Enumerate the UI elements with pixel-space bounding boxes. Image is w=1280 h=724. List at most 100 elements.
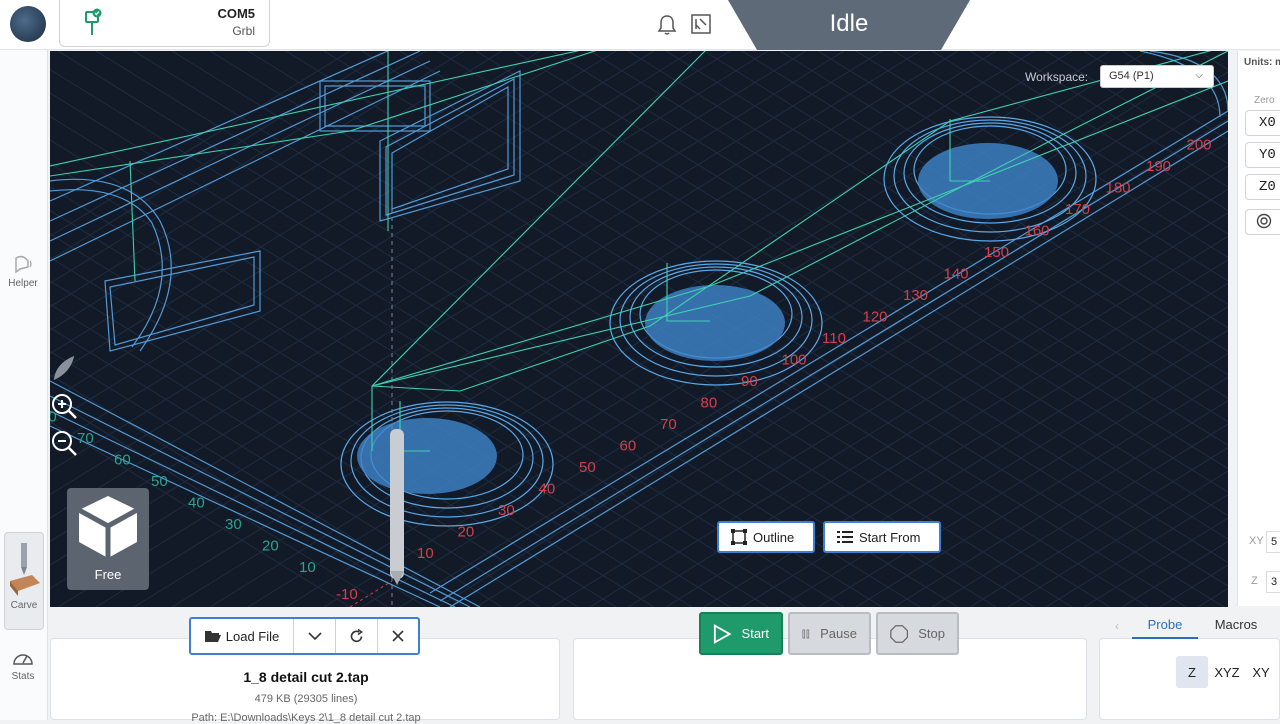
load-file-label: Load File [225, 628, 280, 644]
probe-option-xy[interactable]: XY [1248, 656, 1274, 688]
jog-xy-input[interactable]: 5 [1266, 531, 1280, 553]
bell-icon[interactable] [657, 14, 677, 36]
ruler-tick-label: 190 [1146, 158, 1171, 175]
firmware-name: Grbl [232, 24, 255, 38]
grid-line [1007, 51, 1228, 188]
target-icon [1256, 213, 1272, 229]
sidebar-item-helper[interactable]: Helper [0, 255, 46, 289]
ruler-tick-label: 50 [151, 473, 168, 490]
outline-label: Outline [753, 529, 795, 545]
load-file-button[interactable]: Load File [191, 619, 294, 653]
pause-button[interactable]: Pause [788, 612, 871, 655]
zero-label: Zero [1254, 95, 1275, 106]
app-logo [10, 6, 46, 42]
workspace-value: G54 (P1) [1109, 70, 1154, 82]
stop-icon [890, 624, 909, 643]
start-from-button[interactable]: Start From [823, 521, 941, 553]
usb-connected-icon [85, 8, 102, 35]
ruler-tick-label: 170 [1065, 201, 1090, 218]
zoom-in-icon[interactable] [50, 392, 78, 420]
ruler-tick-label: 150 [984, 244, 1009, 261]
pocket-right [883, 116, 1097, 242]
ruler-tick-label: 60 [620, 438, 637, 455]
tab-probe[interactable]: Probe [1132, 617, 1198, 639]
ruler-tick-label: 120 [863, 309, 888, 326]
chevron-down-icon: ⌵ [1195, 70, 1203, 81]
list-icon [837, 531, 853, 543]
outline-button[interactable]: Outline [717, 521, 815, 553]
ruler-tick-label: -10 [336, 586, 358, 603]
workspace-label: Workspace: [1025, 70, 1089, 84]
file-path: Path: E:\Downloads\Keys 2\1_8 detail cut… [191, 712, 421, 724]
sidebar-item-carve[interactable]: Carve [4, 532, 44, 630]
start-button[interactable]: Start [699, 612, 783, 655]
tab-macros[interactable]: Macros [1208, 617, 1264, 639]
zoom-out-icon[interactable] [50, 429, 78, 457]
grid-line [1159, 564, 1228, 607]
ruler-tick-label: 130 [903, 287, 928, 304]
zero-y-button[interactable]: Y0 [1245, 142, 1280, 168]
sidebar-item-label: Carve [10, 600, 38, 611]
chevron-left-icon[interactable]: ‹ [1115, 619, 1119, 633]
file-toolbar: Load File [189, 617, 420, 655]
folder-open-icon [204, 630, 221, 642]
ruler-tick-label: 10 [417, 545, 434, 562]
grid-line [1121, 51, 1228, 118]
tool-bit [390, 429, 404, 585]
play-icon [713, 623, 732, 644]
grid-line [1045, 493, 1228, 607]
ruler-tick-label: 70 [660, 416, 677, 433]
grid-line [1121, 540, 1228, 607]
file-name: 1_8 detail cut 2.tap [243, 669, 369, 685]
jog-z-label: Z [1251, 575, 1258, 587]
toolpath-canvas[interactable]: 10 20 30 40 50 60 70 80 90 100 110 120 130 140 150 160 1… [50, 51, 1228, 607]
ruler-tick-label: 30 [498, 502, 515, 519]
recent-files-button[interactable] [294, 619, 336, 653]
grid-line [1045, 51, 1228, 165]
grid-line [1007, 470, 1228, 607]
machine-state-text: Idle [829, 10, 869, 37]
stats-icon [13, 654, 33, 665]
ruler-tick-label: 40 [539, 481, 556, 498]
ruler-tick-label: 60 [114, 452, 131, 469]
ruler-tick-label: 100 [782, 352, 807, 369]
jog-xy-label: XY [1249, 535, 1264, 547]
cube-icon [77, 496, 139, 558]
grid-line [1159, 51, 1228, 94]
stop-button[interactable]: Stop [876, 612, 959, 655]
refresh-icon [350, 628, 363, 642]
pause-label: Pause [820, 626, 857, 641]
close-icon [392, 630, 404, 642]
probe-option-xyz[interactable]: XYZ [1210, 656, 1244, 688]
chevron-down-icon [307, 632, 322, 641]
zero-x-button[interactable]: X0 [1245, 110, 1280, 136]
tool-tabs: ‹ Probe Macros [1110, 617, 1280, 639]
probe-option-z[interactable]: Z [1176, 656, 1208, 688]
ruler-tick-label: 90 [741, 373, 758, 390]
view-mode-label: Free [94, 567, 122, 582]
zero-z-button[interactable]: Z0 [1245, 174, 1280, 200]
sidebar-item-label: Stats [11, 671, 35, 682]
ruler-tick-label: 110 [822, 330, 846, 347]
stop-label: Stop [918, 626, 945, 641]
feather-icon[interactable] [50, 354, 78, 382]
jog-z-input[interactable]: 3 [1266, 571, 1280, 593]
close-file-button[interactable] [378, 619, 418, 653]
firmware-tools-icon[interactable] [690, 13, 712, 35]
ruler-tick-label: 20 [262, 538, 279, 555]
ruler-tick-label: 180 [1106, 180, 1131, 197]
ruler-tick-label: 10 [299, 559, 316, 576]
go-to-zero-button[interactable] [1245, 209, 1280, 235]
view-cube-button[interactable]: Free [67, 488, 149, 590]
grid-line [931, 423, 1228, 607]
connection-widget[interactable]: COM5 Grbl [59, 0, 270, 47]
workspace-select[interactable]: G54 (P1) ⌵ [1100, 65, 1214, 88]
toolpath-visualizer[interactable]: 10 20 30 40 50 60 70 80 90 100 110 120 130 140 150 160 1… [50, 51, 1228, 607]
pause-icon [802, 629, 810, 638]
sidebar-item-label: Helper [8, 278, 38, 289]
outline-icon [731, 529, 747, 545]
start-from-label: Start From [859, 529, 921, 545]
sidebar-item-stats[interactable]: Stats [0, 648, 46, 682]
ruler-tick-label: 20 [458, 524, 475, 541]
reload-file-button[interactable] [336, 619, 378, 653]
